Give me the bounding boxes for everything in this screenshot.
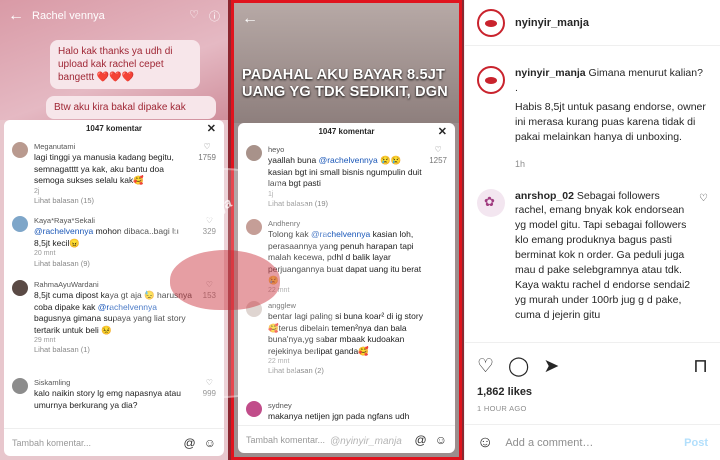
tiktok-comment: sydney makanya netijen jgn pada ngfans u… <box>246 401 447 423</box>
heart-outline-icon: ♡ <box>189 9 199 21</box>
comment-user: Meganutami <box>34 142 76 151</box>
chat-bubble: Btw aku kira bakal dipake kak <box>46 96 216 119</box>
like-count: 1759 <box>198 152 216 162</box>
post-actions: ♡ ◯ ➤ ⊓ 1,862 likes 1 HOUR AGO <box>465 342 720 413</box>
comment-input-bar: Tambah komentar... @ ☺ <box>4 428 224 456</box>
chat-bubble: Halo kak thanks ya udh di upload kak rac… <box>50 40 200 89</box>
add-comment-input[interactable]: Add a comment… <box>505 437 684 449</box>
emoji-icon[interactable]: ☺ <box>477 434 493 452</box>
comment-placeholder: Tambah komentar... <box>12 437 92 448</box>
comment-text: yaallah buna <box>268 155 319 166</box>
post-header: nyinyir_manja <box>465 0 720 46</box>
post-sidebar: nyinyir_manja nyinyir_manja Gimana menur… <box>464 0 720 460</box>
at-icon: @ <box>183 435 196 450</box>
comment-count-header: 1047 komentar ✕ <box>4 120 224 138</box>
commenter-avatar[interactable] <box>477 188 505 217</box>
comment-placeholder: Tambah komentar... <box>246 434 326 445</box>
heart-icon: ♡ <box>434 145 442 154</box>
like-count: 1257 <box>429 155 447 165</box>
comment-count: 1047 komentar <box>318 127 375 136</box>
watermark-text-small: @nyinyir_manja <box>330 436 402 447</box>
heart-icon: ♡ <box>203 142 211 151</box>
comment-username[interactable]: anrshop_02 <box>515 190 574 202</box>
avatar <box>12 142 28 158</box>
avatar <box>12 216 28 232</box>
add-comment-bar: ☺ Add a comment… Post <box>465 424 720 460</box>
emoji-icon: ☺ <box>203 435 216 450</box>
close-icon: ✕ <box>437 126 447 138</box>
caption: nyinyir_manja Gimana menurut kalian? . H… <box>477 66 708 145</box>
bookmark-icon[interactable]: ⊓ <box>693 355 708 378</box>
caption-text-line2: Habis 8,5jt untuk pasang endorse, owner … <box>515 100 706 143</box>
avatar <box>246 401 262 417</box>
share-icon[interactable]: ➤ <box>543 355 559 378</box>
header-username[interactable]: nyinyir_manja <box>515 17 589 29</box>
comment-item: anrshop_02 Sebagai followers rachel, ema… <box>477 188 708 323</box>
caption-avatar[interactable] <box>477 66 505 94</box>
video-topbar: ← <box>234 3 459 35</box>
mention: @rachelvennya <box>318 155 378 166</box>
avatar <box>12 378 28 394</box>
comment-count-header: 1047 komentar ✕ <box>238 123 455 141</box>
profile-avatar[interactable] <box>477 8 505 37</box>
caption-text-line1: Gimana menurut kalian? <box>588 67 703 79</box>
like-comment-heart-icon[interactable]: ♡ <box>699 193 708 204</box>
at-icon: @ <box>414 432 427 447</box>
post-image[interactable]: ← Rachel vennya ♡ ⓘ Halo kak thanks ya ud… <box>0 0 464 460</box>
caption-dot: . <box>515 81 518 94</box>
comment-user: sydney <box>268 401 292 410</box>
info-icon: ⓘ <box>209 11 220 23</box>
caption-username[interactable]: nyinyir_manja <box>515 67 586 79</box>
avatar <box>246 145 262 161</box>
video-caption-banner: PADAHAL AKU BAYAR 8.5JT UANG YG TDK SEDI… <box>242 67 448 100</box>
caption-time: 1h <box>515 158 526 169</box>
mention: @rachelvennya <box>34 226 94 237</box>
comment-text: Sebagai followers rachel, emang bnyak ko… <box>515 189 691 321</box>
comment-text: kalo naikin story lg emg napasnya atau u… <box>34 388 181 410</box>
avatar <box>12 280 28 296</box>
comment-user: heyo <box>268 145 285 154</box>
comment-text: makanya netijen jgn pada ngfans udh <box>268 411 410 422</box>
post-time: 1 HOUR AGO <box>477 404 527 413</box>
comment-count: 1047 komentar <box>85 124 143 133</box>
post-button[interactable]: Post <box>684 437 708 449</box>
close-icon: ✕ <box>206 123 216 135</box>
chat-topbar: ← Rachel vennya ♡ ⓘ <box>0 0 228 32</box>
likes-count[interactable]: 1,862 likes <box>477 386 708 398</box>
comments-feed[interactable]: nyinyir_manja Gimana menurut kalian? . H… <box>465 46 720 342</box>
lips-logo-icon <box>170 250 280 310</box>
emoji-icon: ☺ <box>434 432 447 447</box>
chat-contact-name: Rachel vennya <box>32 10 105 22</box>
back-arrow-icon: ← <box>242 10 258 27</box>
back-arrow-icon: ← <box>8 7 24 24</box>
like-heart-icon[interactable]: ♡ <box>477 355 494 378</box>
comment-icon[interactable]: ◯ <box>508 355 529 378</box>
